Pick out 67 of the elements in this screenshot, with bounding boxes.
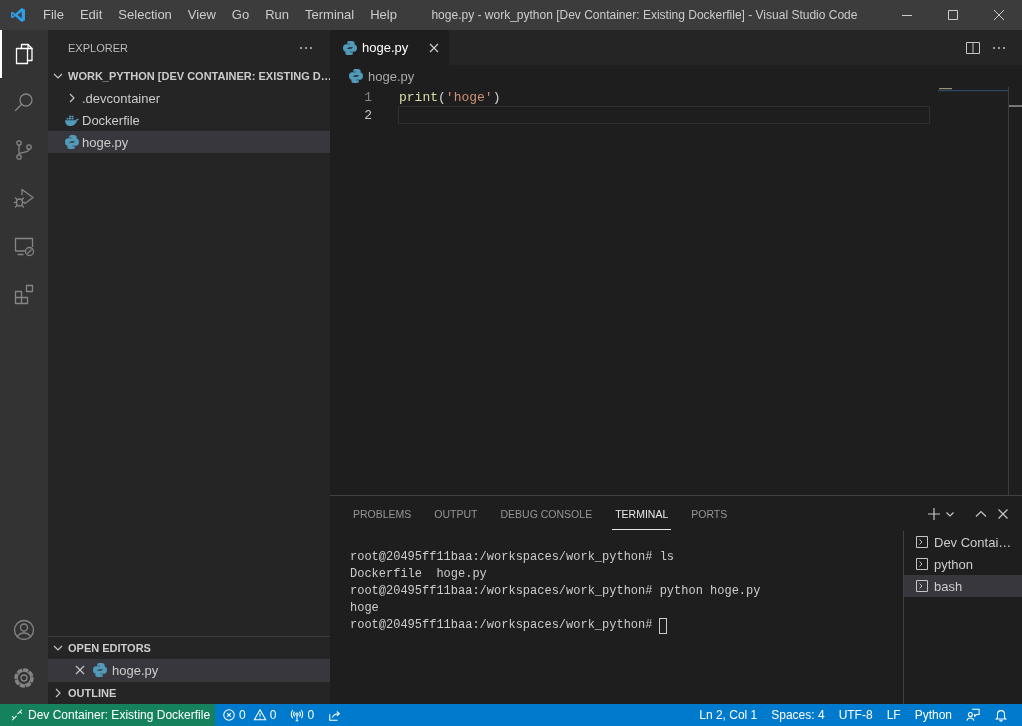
maximize-icon[interactable] [948, 10, 958, 20]
minimap-preview [938, 88, 1008, 92]
tree-item[interactable]: hoge.py [48, 131, 330, 153]
remote-icon [10, 708, 24, 722]
code-line: print('hoge') [398, 89, 502, 106]
shell-session-item[interactable]: python [904, 553, 1022, 575]
shell-session-item[interactable]: Dev Contai… [904, 531, 1022, 553]
menu-item[interactable]: Go [223, 0, 258, 30]
feedback-icon[interactable] [966, 708, 980, 722]
menu-item[interactable]: File [35, 0, 72, 30]
window-title: hoge.py - work_python [Dev Container: Existing Dockerfile] - Visual Studio Code [431, 8, 858, 22]
bell-icon[interactable] [994, 708, 1008, 722]
open-editor-item[interactable]: hoge.py [48, 659, 330, 681]
prompt-icon [914, 556, 930, 572]
tree-item[interactable]: Dockerfile [48, 109, 330, 131]
status-item[interactable]: UTF-8 [831, 704, 880, 726]
terminal-line: Dockerfile hoge.py [350, 566, 487, 583]
section-header[interactable]: OPEN EDITORS [48, 637, 330, 659]
panel-tab[interactable]: OUTPUT [431, 497, 481, 530]
terminal-line: root@20495ff11baa:/workspaces/work_python# ls [350, 549, 675, 566]
menu-item[interactable]: Selection [110, 0, 180, 30]
editor-tab[interactable]: hoge.py [330, 30, 450, 65]
plus-icon[interactable] [926, 505, 942, 522]
status-item[interactable]: Spaces: 4 [764, 704, 832, 726]
status-item[interactable]: LF [879, 704, 908, 726]
line-number: 2 [363, 107, 372, 123]
prompt-icon [914, 534, 930, 550]
python-icon [342, 39, 358, 56]
menu-item[interactable]: Terminal [297, 0, 363, 30]
panel-tab[interactable]: TERMINAL [612, 497, 672, 530]
python-icon [348, 68, 364, 84]
panel-tab[interactable]: DEBUG CONSOLE [497, 497, 596, 530]
problems-status[interactable]: 0 0 [215, 704, 284, 726]
warning-icon [252, 708, 267, 722]
breadcrumb-item[interactable]: hoge.py [348, 68, 415, 84]
menu-item[interactable]: Run [257, 0, 297, 30]
menu-item[interactable]: View [179, 0, 224, 30]
remote-indicator[interactable]: Dev Container: Existing Dockerfile [0, 704, 215, 726]
status-item[interactable]: Ln 2, Col 1 [692, 704, 765, 726]
terminal-line: hoge [350, 600, 379, 617]
panel-tab[interactable]: PROBLEMS [350, 497, 415, 530]
antenna-icon [290, 708, 305, 722]
sidebar-title: EXPLORER [68, 41, 128, 54]
line-number: 1 [363, 89, 372, 105]
menu-item[interactable]: Edit [71, 0, 111, 30]
search-icon[interactable] [12, 90, 36, 114]
account-icon[interactable] [12, 618, 36, 642]
menu-item[interactable]: Help [362, 0, 405, 30]
error-icon [222, 708, 236, 722]
shell-session-item[interactable]: bash [904, 575, 1022, 597]
prompt-icon [914, 578, 930, 594]
section-header[interactable]: WORK_PYTHON [DEV CONTAINER: EXISTING D… [48, 65, 330, 87]
panel-tab[interactable]: PORTS [688, 497, 731, 530]
tree-item[interactable]: .devcontainer [48, 87, 330, 109]
ports-status[interactable]: 0 [283, 704, 322, 726]
settings-icon[interactable] [12, 666, 36, 690]
close-icon[interactable] [994, 10, 1004, 20]
share-icon[interactable] [328, 708, 343, 722]
app-logo-icon [10, 7, 26, 23]
status-item[interactable]: Python [907, 704, 959, 726]
terminal-line: root@20495ff11baa:/workspaces/work_python# [350, 617, 653, 634]
terminal-line: root@20495ff11baa:/workspaces/work_python# python hoge.py [350, 583, 761, 600]
split-editor-icon[interactable] [965, 39, 981, 56]
python-icon [64, 134, 80, 150]
python-icon [92, 662, 108, 678]
extensions-icon[interactable] [12, 282, 36, 306]
run-debug-icon[interactable] [12, 186, 36, 210]
